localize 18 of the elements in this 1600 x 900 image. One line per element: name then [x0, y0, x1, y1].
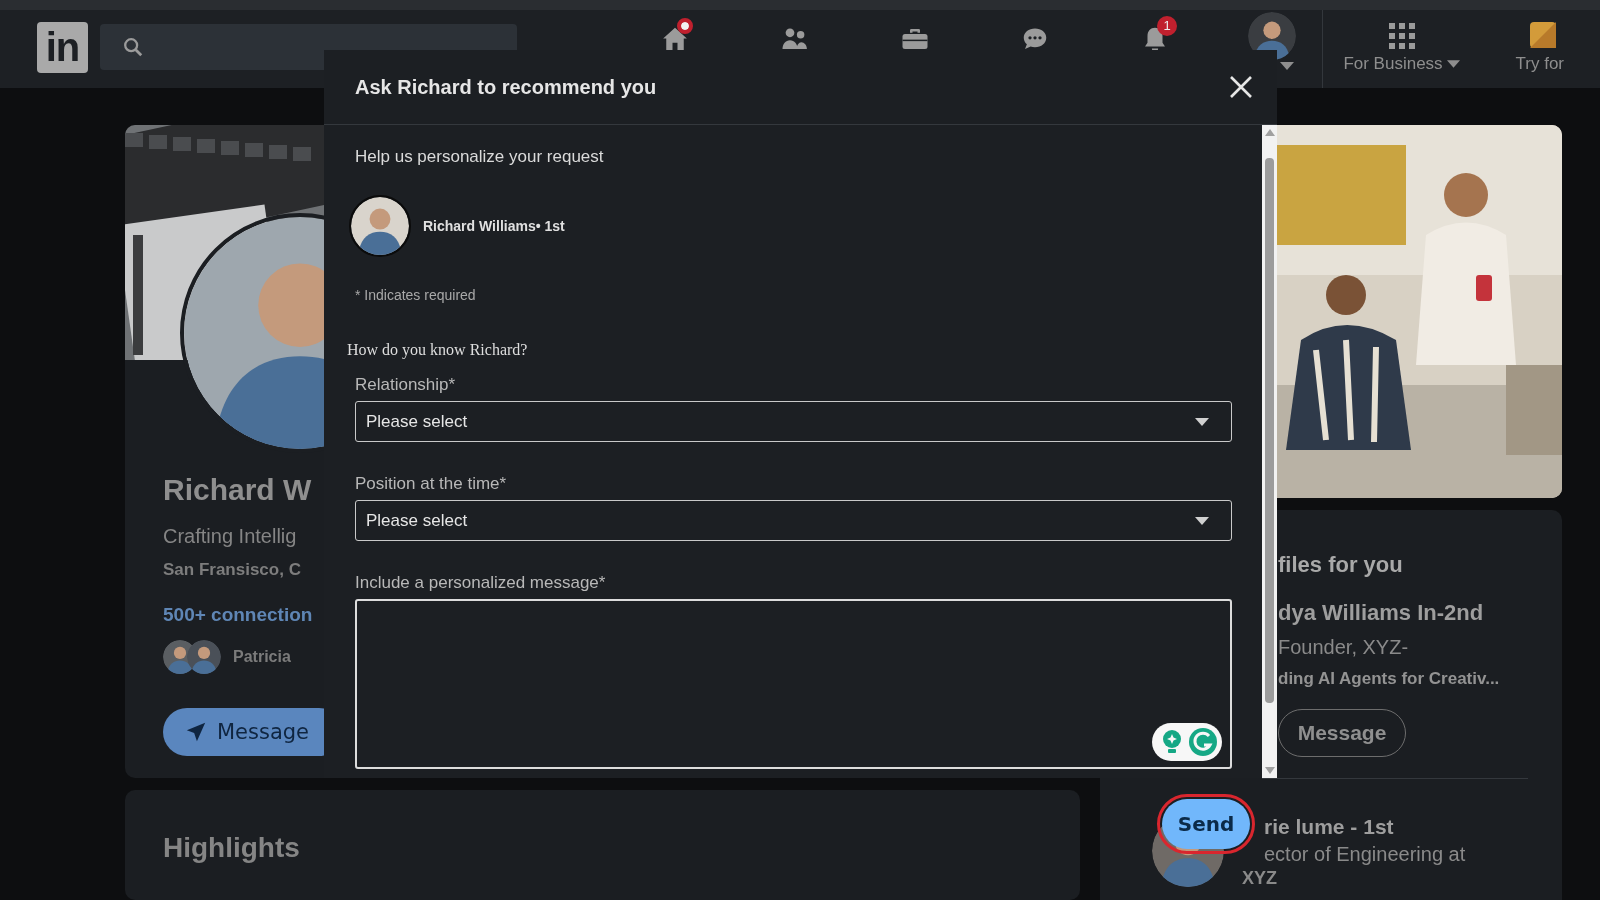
section-title: Highlights	[163, 832, 300, 863]
field-label: Position at the time*	[355, 474, 508, 494]
person-headline: ector of Engineering at	[1264, 843, 1466, 866]
required-note: * Indicates required	[355, 287, 477, 303]
profile-headline: Crafting Intellig	[163, 525, 298, 548]
question-text: How do you know Richard?	[347, 341, 529, 359]
profile-name: Richard W	[163, 473, 313, 507]
notification-count: 1	[1157, 16, 1177, 36]
person-headline: XYZ	[1242, 868, 1278, 889]
person-name: Richard Williams• 1st	[423, 218, 565, 234]
dialog-subtitle: Help us personalize your request	[355, 147, 605, 167]
person-headline: Founder, XYZ-	[1278, 636, 1410, 659]
field-label: Include a personalized message*	[355, 573, 607, 593]
field-label: Relationship*	[355, 375, 457, 395]
person-headline: ding AI Agents for Creativ...	[1278, 669, 1501, 689]
profile-location: San Fransisco, C	[163, 560, 302, 580]
section-title: files for you	[1278, 552, 1404, 578]
dialog-title: Ask Richard to recommend you	[355, 75, 657, 99]
